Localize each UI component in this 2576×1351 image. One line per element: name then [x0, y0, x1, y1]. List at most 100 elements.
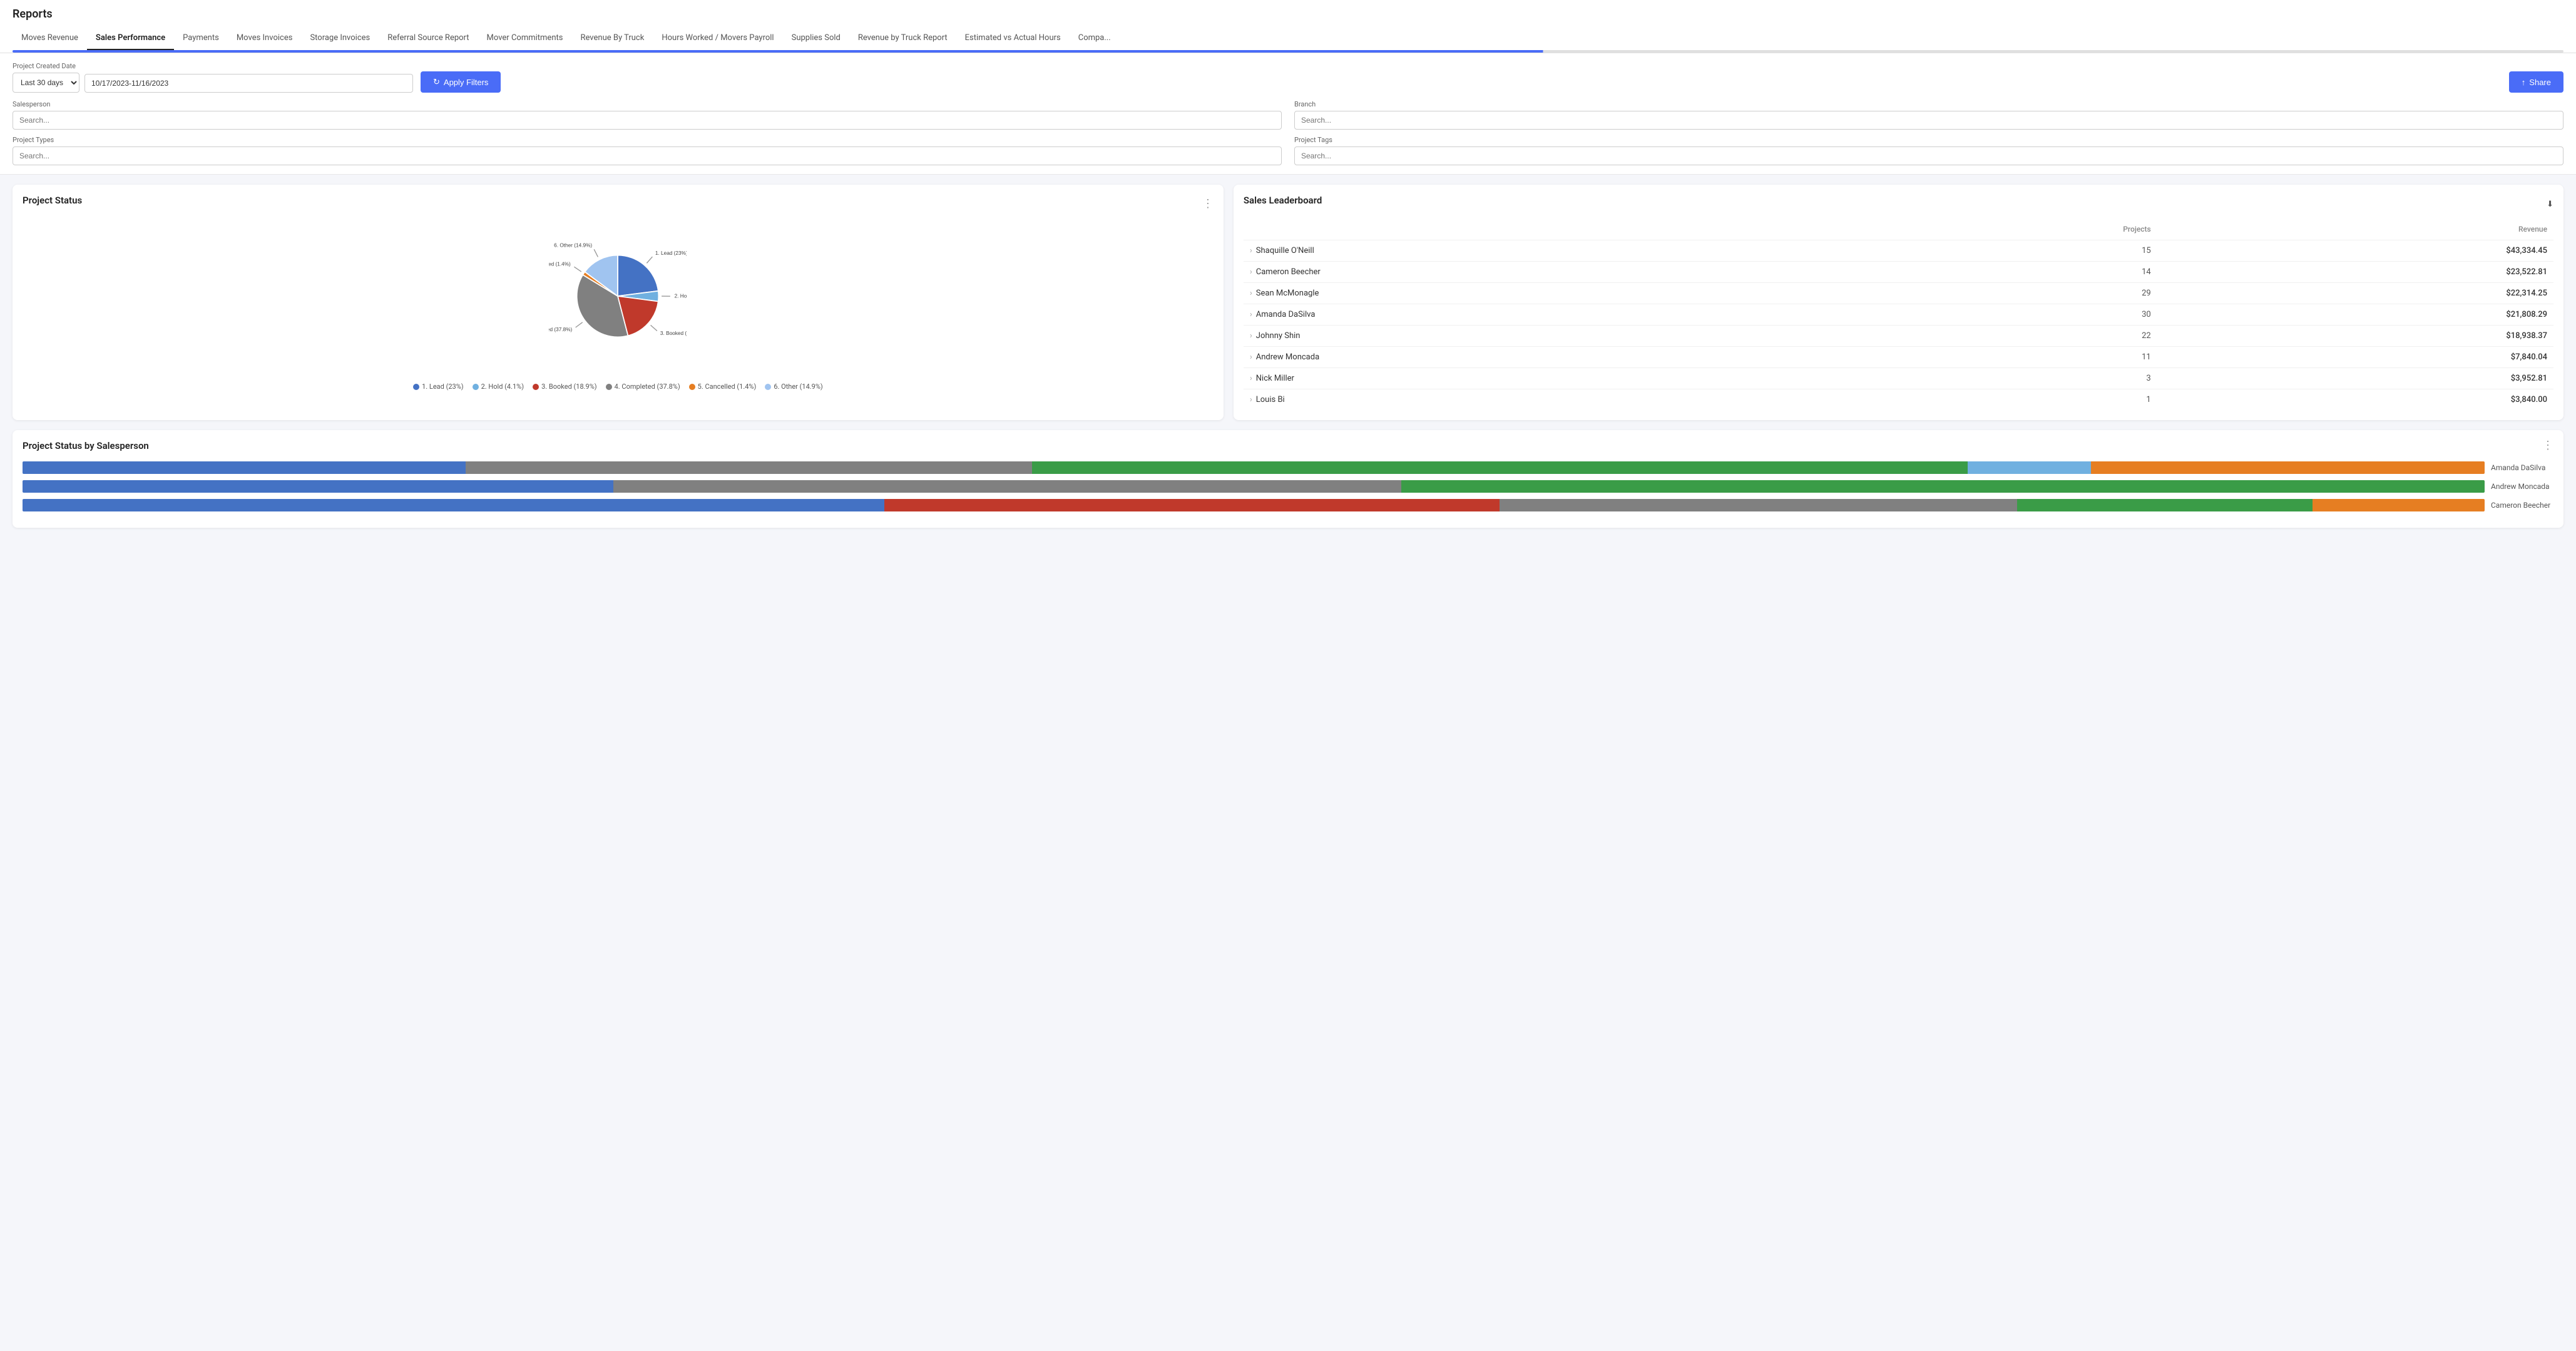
download-icon[interactable]: ⬇ [2547, 200, 2553, 209]
salesperson-input[interactable] [13, 111, 1282, 130]
salesperson-bar-row: Amanda DaSilva [23, 461, 2553, 474]
salesperson-name: Shaquille O'Neill [1256, 246, 1314, 255]
leaderboard-title: Sales Leaderboard [1244, 195, 1322, 206]
leaderboard-table: Projects Revenue ›Shaquille O'Neill 15 $… [1244, 221, 2553, 410]
tab-supplies-sold[interactable]: Supplies Sold [783, 27, 849, 50]
col-name-header [1244, 221, 1859, 240]
salesperson-name: Andrew Moncada [1256, 352, 1319, 362]
tab-compa...[interactable]: Compa... [1070, 27, 1120, 50]
leaderboard-row[interactable]: › Louis Bi 1 $3,840.00 [1244, 389, 2553, 411]
page-header: Reports Moves RevenueSales PerformancePa… [0, 0, 2576, 53]
row-chevron: › [1250, 246, 1252, 255]
bar-segment [2017, 499, 2313, 511]
salesperson-name: Nick Miller [1256, 374, 1294, 383]
page-title: Reports [13, 8, 2563, 27]
leaderboard-row[interactable]: ›Shaquille O'Neill 15 $43,334.45 [1244, 240, 2553, 262]
date-range-input[interactable] [84, 74, 413, 93]
row-chevron: › [1250, 331, 1252, 341]
salesperson-bar-row: Andrew Moncada [23, 480, 2553, 493]
tab-moves-invoices[interactable]: Moves Invoices [228, 27, 302, 50]
row-chevron: › [1250, 267, 1252, 277]
svg-text:1. Lead (23%): 1. Lead (23%) [655, 250, 687, 256]
projects-count: 1 [1859, 389, 2157, 411]
salesperson-bar-label: Amanda DaSilva [2485, 463, 2553, 472]
project-tags-label: Project Tags [1294, 136, 2563, 144]
row-chevron: › [1250, 395, 1252, 404]
tab-referral-source-report[interactable]: Referral Source Report [379, 27, 478, 50]
project-types-input[interactable] [13, 146, 1282, 165]
refresh-icon: ↻ [433, 77, 440, 87]
salesperson-status-card: Project Status by Salesperson ⋮ Amanda D… [13, 430, 2563, 528]
project-status-title: Project Status [23, 195, 82, 206]
legend-item: 3. Booked (18.9%) [533, 383, 597, 391]
pie-chart-container: 1. Lead (23%) 2. Hold (4.1%) 3. Booked (18… [23, 221, 1214, 378]
bar-segment [1968, 461, 2091, 474]
bar-segment [2313, 499, 2485, 511]
content-area: Project Status ⋮ 1. Lead (23%) 2. Hold (4… [0, 175, 2576, 538]
project-tags-input[interactable] [1294, 146, 2563, 165]
bar-segment [466, 461, 1032, 474]
svg-text:5. Cancelled (1.4%): 5. Cancelled (1.4%) [549, 262, 571, 267]
revenue-value: $18,938.37 [2157, 326, 2553, 347]
stacked-bars-container: Amanda DaSilva Andrew Moncada Cameron Beec… [23, 461, 2553, 511]
legend-item: 4. Completed (37.8%) [606, 383, 680, 391]
salesperson-bar-label: Andrew Moncada [2485, 482, 2553, 491]
salesperson-name: Cameron Beecher [1256, 267, 1321, 277]
tab-payments[interactable]: Payments [174, 27, 228, 50]
share-button[interactable]: ↑ Share [2509, 71, 2563, 93]
leaderboard-row[interactable]: ›Amanda DaSilva 30 $21,808.29 [1244, 304, 2553, 326]
tab-estimated-vs-actual-hours[interactable]: Estimated vs Actual Hours [956, 27, 1070, 50]
pie-card-menu[interactable]: ⋮ [1202, 198, 1214, 210]
bar-track [23, 480, 2485, 493]
leaderboard-row[interactable]: ›Andrew Moncada 11 $7,840.04 [1244, 347, 2553, 368]
apply-filters-button[interactable]: ↻ Apply Filters [421, 71, 501, 93]
revenue-value: $7,840.04 [2157, 347, 2553, 368]
branch-label: Branch [1294, 100, 2563, 108]
projects-count: 22 [1859, 326, 2157, 347]
tab-storage-invoices[interactable]: Storage Invoices [301, 27, 379, 50]
leaderboard-row[interactable]: ›Sean McMonagle 29 $22,314.25 [1244, 283, 2553, 304]
projects-count: 14 [1859, 262, 2157, 283]
bar-segment [613, 480, 1401, 493]
leaderboard-row[interactable]: ›Nick Miller 3 $3,952.81 [1244, 368, 2553, 389]
tab-sales-performance[interactable]: Sales Performance [87, 27, 174, 50]
salesperson-label: Salesperson [13, 100, 1282, 108]
bar-card-menu[interactable]: ⋮ [2542, 440, 2553, 451]
projects-count: 11 [1859, 347, 2157, 368]
svg-text:3. Booked (18.9%): 3. Booked (18.9%) [660, 331, 687, 336]
legend-item: 2. Hold (4.1%) [473, 383, 524, 391]
svg-text:2. Hold (4.1%): 2. Hold (4.1%) [675, 293, 687, 299]
bar-track [23, 499, 2485, 511]
revenue-value: $3,840.00 [2157, 389, 2553, 411]
leaderboard-row[interactable]: › Cameron Beecher 14 $23,522.81 [1244, 262, 2553, 283]
leaderboard-card: Sales Leaderboard ⬇ Projects Revenue ›Sh… [1234, 185, 2563, 420]
row-chevron: › [1250, 310, 1252, 319]
salesperson-bar-label: Cameron Beecher [2485, 501, 2553, 510]
tab-revenue-by-truck[interactable]: Revenue By Truck [571, 27, 653, 50]
project-status-card: Project Status ⋮ 1. Lead (23%) 2. Hold (4… [13, 185, 1224, 420]
salesperson-name: Amanda DaSilva [1256, 310, 1316, 319]
col-revenue-header: Revenue [2157, 221, 2553, 240]
bar-segment [23, 480, 613, 493]
revenue-value: $23,522.81 [2157, 262, 2553, 283]
tabs-container: Moves RevenueSales PerformancePaymentsMo… [13, 27, 2563, 50]
pie-chart: 1. Lead (23%) 2. Hold (4.1%) 3. Booked (18… [549, 227, 687, 365]
tab-mover-commitments[interactable]: Mover Commitments [478, 27, 572, 50]
leaderboard-row[interactable]: › Johnny Shin 22 $18,938.37 [1244, 326, 2553, 347]
bar-segment [1401, 480, 2485, 493]
salesperson-name: Sean McMonagle [1256, 289, 1319, 298]
legend-item: 1. Lead (23%) [413, 383, 464, 391]
tab-scrollbar[interactable] [13, 50, 2563, 53]
tab-moves-revenue[interactable]: Moves Revenue [13, 27, 87, 50]
branch-input[interactable] [1294, 111, 2563, 130]
salesperson-name: Johnny Shin [1256, 331, 1301, 341]
legend-item: 5. Cancelled (1.4%) [689, 383, 757, 391]
tab-hours-worked-/-movers-payroll[interactable]: Hours Worked / Movers Payroll [653, 27, 782, 50]
revenue-value: $43,334.45 [2157, 240, 2553, 262]
share-icon: ↑ [2522, 78, 2526, 87]
salesperson-status-title: Project Status by Salesperson [23, 440, 149, 451]
salesperson-name: Louis Bi [1256, 395, 1285, 404]
tab-revenue-by-truck-report[interactable]: Revenue by Truck Report [849, 27, 956, 50]
projects-count: 30 [1859, 304, 2157, 326]
date-range-select[interactable]: Last 30 days [13, 73, 79, 93]
